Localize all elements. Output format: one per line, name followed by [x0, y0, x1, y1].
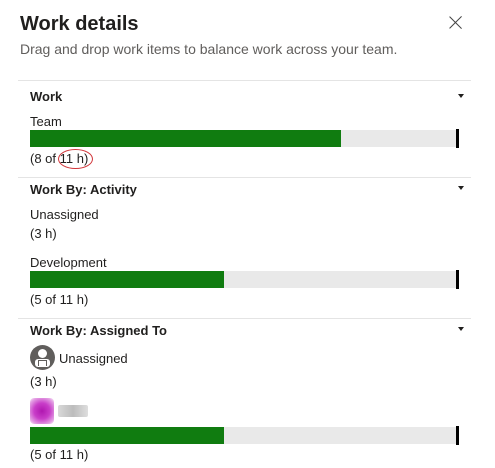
capacity-marker: [456, 129, 459, 148]
section-title-assigned: Work By: Assigned To: [30, 323, 167, 338]
panel-title: Work details: [20, 13, 139, 35]
row-label-development: Development: [30, 255, 107, 270]
progress-fill: [30, 427, 225, 444]
progress-fill: [30, 271, 225, 288]
divider: [18, 80, 471, 81]
blurred-avatar: [30, 398, 54, 424]
progress-bar-development: [30, 271, 456, 288]
avatar-mark: [38, 360, 47, 366]
person-icon: [30, 345, 55, 370]
section-title-activity: Work By: Activity: [30, 182, 137, 197]
panel-subtitle: Drag and drop work items to balance work…: [20, 41, 398, 57]
capacity-marker: [456, 426, 459, 445]
chevron-down-icon[interactable]: [458, 94, 464, 98]
row-label-team: Team: [30, 114, 62, 129]
chevron-down-icon[interactable]: [458, 186, 464, 190]
row-hours-assigned-user: (5 of 11 h): [30, 447, 89, 462]
divider: [18, 177, 471, 178]
divider: [18, 318, 471, 319]
highlight-circle: [58, 149, 93, 169]
progress-bar-team: [30, 130, 456, 147]
progress-bar-assigned-user: [30, 427, 456, 444]
avatar-head: [38, 349, 47, 358]
close-icon[interactable]: [445, 12, 467, 34]
capacity-marker: [456, 270, 459, 289]
work-details-panel: Work details Drag and drop work items to…: [0, 0, 495, 468]
row-hours-development: (5 of 11 h): [30, 292, 89, 307]
row-label-unassigned-assigned: Unassigned: [59, 351, 128, 366]
progress-fill: [30, 130, 341, 147]
row-label-unassigned-activity: Unassigned: [30, 207, 99, 222]
chevron-down-icon[interactable]: [458, 327, 464, 331]
row-hours-unassigned-assigned: (3 h): [30, 374, 57, 389]
section-title-work: Work: [30, 89, 63, 104]
row-hours-unassigned-activity: (3 h): [30, 226, 57, 241]
blurred-name: [58, 405, 88, 417]
